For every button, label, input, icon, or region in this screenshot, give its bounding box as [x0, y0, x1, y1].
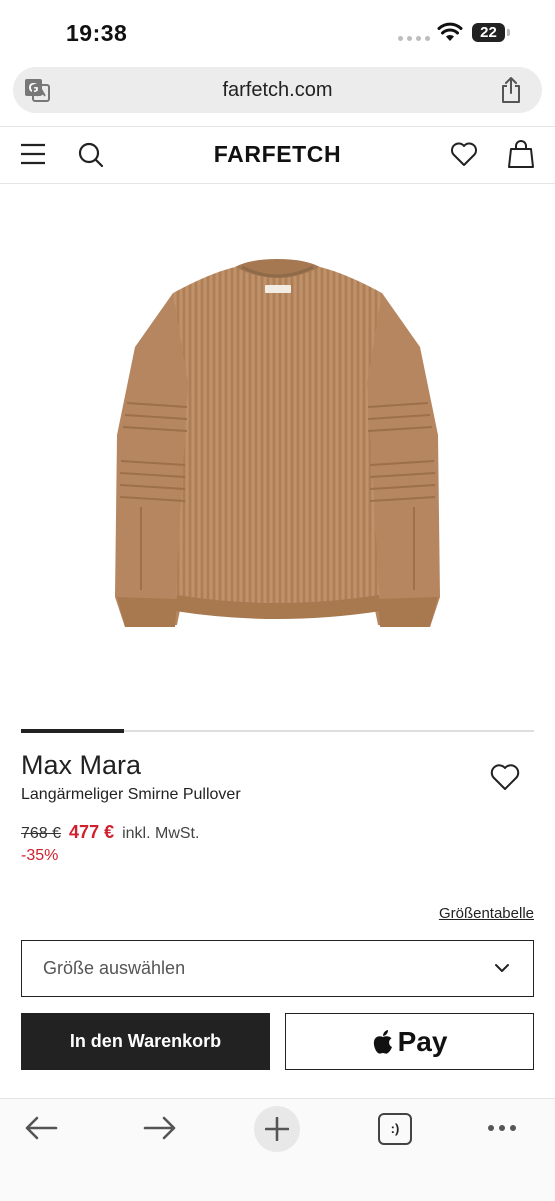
forward-arrow-icon[interactable] — [143, 1115, 177, 1141]
apple-pay-label: Pay — [397, 1025, 448, 1057]
size-guide-link[interactable]: Größentabelle — [439, 905, 534, 922]
size-select-label: Größe auswählen — [43, 958, 186, 978]
apple-icon — [373, 1029, 392, 1054]
url-bar[interactable]: G farfetch.com — [13, 67, 542, 113]
product-image[interactable] — [105, 255, 450, 640]
sale-price: 477 € — [69, 822, 115, 842]
cellular-signal-icon — [398, 36, 430, 41]
plus-icon — [265, 1117, 289, 1141]
battery-tip — [507, 29, 510, 36]
price-row: 768 € 477 € inkl. MwSt. — [21, 822, 199, 843]
tax-note: inkl. MwSt. — [122, 825, 200, 842]
url-text: farfetch.com — [222, 79, 333, 101]
wishlist-icon[interactable] — [450, 141, 478, 167]
tabs-button[interactable]: :) — [378, 1113, 412, 1145]
status-bar: 19:38 22 — [0, 0, 555, 64]
gallery-progress-active — [21, 729, 124, 733]
more-icon[interactable] — [488, 1125, 516, 1131]
add-to-bag-button[interactable]: In den Warenkorb — [21, 1013, 270, 1070]
battery-indicator: 22 — [472, 23, 505, 42]
product-name: Langärmeliger Smirne Pullover — [21, 786, 241, 803]
status-time: 19:38 — [66, 20, 128, 46]
old-price: 768 € — [21, 825, 62, 842]
bag-icon[interactable] — [507, 139, 535, 169]
new-tab-button[interactable] — [254, 1106, 300, 1152]
add-to-wishlist-icon[interactable] — [490, 763, 520, 791]
share-icon[interactable] — [499, 76, 523, 104]
back-arrow-icon[interactable] — [24, 1115, 58, 1141]
product-brand[interactable]: Max Mara — [21, 750, 141, 781]
discount-badge: -35% — [21, 847, 59, 864]
wifi-icon — [437, 22, 463, 41]
apple-pay-button[interactable]: Pay — [285, 1013, 534, 1070]
site-header: FARFETCH — [0, 126, 555, 184]
chevron-down-icon — [495, 964, 509, 972]
browser-toolbar: :) — [0, 1098, 555, 1201]
size-select[interactable]: Größe auswählen — [21, 940, 534, 997]
